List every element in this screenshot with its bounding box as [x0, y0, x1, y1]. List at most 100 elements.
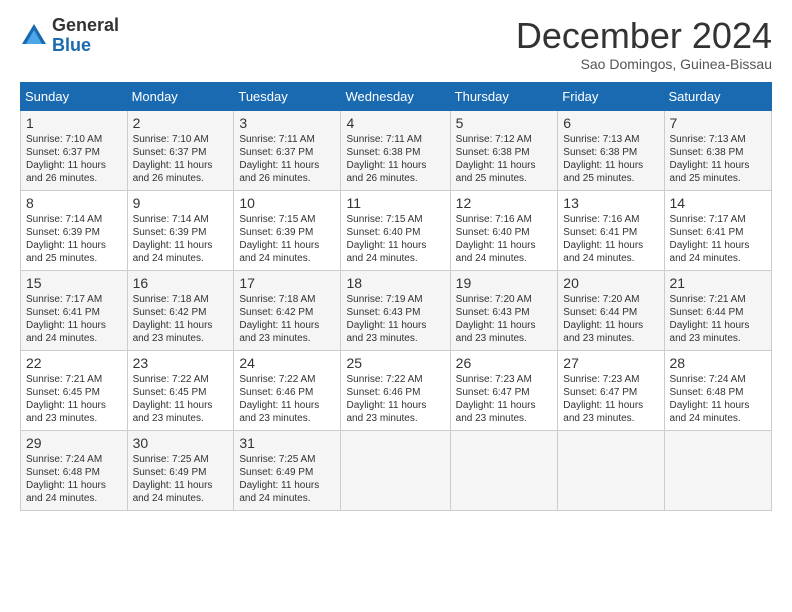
table-row: 15 Sunrise: 7:17 AMSunset: 6:41 PMDaylig…	[21, 270, 128, 350]
table-row: 7 Sunrise: 7:13 AMSunset: 6:38 PMDayligh…	[664, 110, 771, 190]
day-info: Sunrise: 7:23 AMSunset: 6:47 PMDaylight:…	[456, 374, 536, 424]
day-info: Sunrise: 7:16 AMSunset: 6:41 PMDaylight:…	[563, 214, 643, 264]
day-info: Sunrise: 7:20 AMSunset: 6:44 PMDaylight:…	[563, 294, 643, 344]
day-info: Sunrise: 7:23 AMSunset: 6:47 PMDaylight:…	[563, 374, 643, 424]
day-number: 6	[563, 115, 658, 131]
day-number: 12	[456, 195, 553, 211]
day-number: 26	[456, 355, 553, 371]
table-row: 18 Sunrise: 7:19 AMSunset: 6:43 PMDaylig…	[341, 270, 450, 350]
col-friday: Friday	[558, 82, 664, 110]
day-number: 10	[239, 195, 335, 211]
table-row: 2 Sunrise: 7:10 AMSunset: 6:37 PMDayligh…	[127, 110, 234, 190]
table-row: 3 Sunrise: 7:11 AMSunset: 6:37 PMDayligh…	[234, 110, 341, 190]
table-row: 16 Sunrise: 7:18 AMSunset: 6:42 PMDaylig…	[127, 270, 234, 350]
day-info: Sunrise: 7:16 AMSunset: 6:40 PMDaylight:…	[456, 214, 536, 264]
day-number: 9	[133, 195, 229, 211]
table-row: 17 Sunrise: 7:18 AMSunset: 6:42 PMDaylig…	[234, 270, 341, 350]
table-row: 10 Sunrise: 7:15 AMSunset: 6:39 PMDaylig…	[234, 190, 341, 270]
day-info: Sunrise: 7:11 AMSunset: 6:38 PMDaylight:…	[346, 134, 426, 184]
day-info: Sunrise: 7:21 AMSunset: 6:45 PMDaylight:…	[26, 374, 106, 424]
table-row: 11 Sunrise: 7:15 AMSunset: 6:40 PMDaylig…	[341, 190, 450, 270]
day-info: Sunrise: 7:12 AMSunset: 6:38 PMDaylight:…	[456, 134, 536, 184]
calendar-week-row: 1 Sunrise: 7:10 AMSunset: 6:37 PMDayligh…	[21, 110, 772, 190]
day-info: Sunrise: 7:22 AMSunset: 6:46 PMDaylight:…	[346, 374, 426, 424]
day-number: 21	[670, 275, 766, 291]
day-info: Sunrise: 7:22 AMSunset: 6:46 PMDaylight:…	[239, 374, 319, 424]
day-number: 8	[26, 195, 122, 211]
day-number: 29	[26, 435, 122, 451]
day-number: 18	[346, 275, 444, 291]
day-number: 30	[133, 435, 229, 451]
day-info: Sunrise: 7:24 AMSunset: 6:48 PMDaylight:…	[26, 454, 106, 504]
col-wednesday: Wednesday	[341, 82, 450, 110]
month-title: December 2024	[516, 16, 772, 56]
table-row: 27 Sunrise: 7:23 AMSunset: 6:47 PMDaylig…	[558, 350, 664, 430]
day-info: Sunrise: 7:15 AMSunset: 6:39 PMDaylight:…	[239, 214, 319, 264]
table-row: 31 Sunrise: 7:25 AMSunset: 6:49 PMDaylig…	[234, 430, 341, 510]
col-tuesday: Tuesday	[234, 82, 341, 110]
day-info: Sunrise: 7:13 AMSunset: 6:38 PMDaylight:…	[563, 134, 643, 184]
col-sunday: Sunday	[21, 82, 128, 110]
day-number: 17	[239, 275, 335, 291]
day-number: 7	[670, 115, 766, 131]
day-info: Sunrise: 7:14 AMSunset: 6:39 PMDaylight:…	[26, 214, 106, 264]
table-row: 19 Sunrise: 7:20 AMSunset: 6:43 PMDaylig…	[450, 270, 558, 350]
table-row: 1 Sunrise: 7:10 AMSunset: 6:37 PMDayligh…	[21, 110, 128, 190]
col-saturday: Saturday	[664, 82, 771, 110]
calendar-body: 1 Sunrise: 7:10 AMSunset: 6:37 PMDayligh…	[21, 110, 772, 510]
logo-icon	[20, 22, 48, 50]
table-row: 21 Sunrise: 7:21 AMSunset: 6:44 PMDaylig…	[664, 270, 771, 350]
table-row: 24 Sunrise: 7:22 AMSunset: 6:46 PMDaylig…	[234, 350, 341, 430]
logo-general: General	[52, 15, 119, 35]
day-info: Sunrise: 7:18 AMSunset: 6:42 PMDaylight:…	[133, 294, 213, 344]
col-monday: Monday	[127, 82, 234, 110]
day-number: 13	[563, 195, 658, 211]
location-subtitle: Sao Domingos, Guinea-Bissau	[516, 56, 772, 72]
day-info: Sunrise: 7:17 AMSunset: 6:41 PMDaylight:…	[670, 214, 750, 264]
day-info: Sunrise: 7:15 AMSunset: 6:40 PMDaylight:…	[346, 214, 426, 264]
day-info: Sunrise: 7:25 AMSunset: 6:49 PMDaylight:…	[133, 454, 213, 504]
logo: General Blue	[20, 16, 119, 56]
calendar-week-row: 22 Sunrise: 7:21 AMSunset: 6:45 PMDaylig…	[21, 350, 772, 430]
day-info: Sunrise: 7:22 AMSunset: 6:45 PMDaylight:…	[133, 374, 213, 424]
calendar-week-row: 8 Sunrise: 7:14 AMSunset: 6:39 PMDayligh…	[21, 190, 772, 270]
calendar-week-row: 29 Sunrise: 7:24 AMSunset: 6:48 PMDaylig…	[21, 430, 772, 510]
page-container: General Blue December 2024 Sao Domingos,…	[0, 0, 792, 521]
logo-blue: Blue	[52, 35, 91, 55]
day-number: 28	[670, 355, 766, 371]
table-row: 9 Sunrise: 7:14 AMSunset: 6:39 PMDayligh…	[127, 190, 234, 270]
table-row	[558, 430, 664, 510]
day-info: Sunrise: 7:25 AMSunset: 6:49 PMDaylight:…	[239, 454, 319, 504]
table-row: 20 Sunrise: 7:20 AMSunset: 6:44 PMDaylig…	[558, 270, 664, 350]
day-number: 20	[563, 275, 658, 291]
day-number: 22	[26, 355, 122, 371]
day-number: 1	[26, 115, 122, 131]
day-number: 25	[346, 355, 444, 371]
table-row: 13 Sunrise: 7:16 AMSunset: 6:41 PMDaylig…	[558, 190, 664, 270]
title-area: December 2024 Sao Domingos, Guinea-Bissa…	[516, 16, 772, 72]
day-info: Sunrise: 7:20 AMSunset: 6:43 PMDaylight:…	[456, 294, 536, 344]
col-thursday: Thursday	[450, 82, 558, 110]
day-info: Sunrise: 7:14 AMSunset: 6:39 PMDaylight:…	[133, 214, 213, 264]
day-info: Sunrise: 7:10 AMSunset: 6:37 PMDaylight:…	[26, 134, 106, 184]
calendar-week-row: 15 Sunrise: 7:17 AMSunset: 6:41 PMDaylig…	[21, 270, 772, 350]
day-number: 11	[346, 195, 444, 211]
day-number: 4	[346, 115, 444, 131]
header-area: General Blue December 2024 Sao Domingos,…	[20, 16, 772, 72]
day-number: 15	[26, 275, 122, 291]
table-row: 14 Sunrise: 7:17 AMSunset: 6:41 PMDaylig…	[664, 190, 771, 270]
day-info: Sunrise: 7:10 AMSunset: 6:37 PMDaylight:…	[133, 134, 213, 184]
table-row: 28 Sunrise: 7:24 AMSunset: 6:48 PMDaylig…	[664, 350, 771, 430]
table-row: 6 Sunrise: 7:13 AMSunset: 6:38 PMDayligh…	[558, 110, 664, 190]
day-number: 31	[239, 435, 335, 451]
day-number: 2	[133, 115, 229, 131]
day-number: 3	[239, 115, 335, 131]
table-row	[664, 430, 771, 510]
day-number: 19	[456, 275, 553, 291]
calendar-table: Sunday Monday Tuesday Wednesday Thursday…	[20, 82, 772, 511]
table-row: 25 Sunrise: 7:22 AMSunset: 6:46 PMDaylig…	[341, 350, 450, 430]
day-info: Sunrise: 7:18 AMSunset: 6:42 PMDaylight:…	[239, 294, 319, 344]
table-row: 30 Sunrise: 7:25 AMSunset: 6:49 PMDaylig…	[127, 430, 234, 510]
table-row: 23 Sunrise: 7:22 AMSunset: 6:45 PMDaylig…	[127, 350, 234, 430]
day-number: 24	[239, 355, 335, 371]
